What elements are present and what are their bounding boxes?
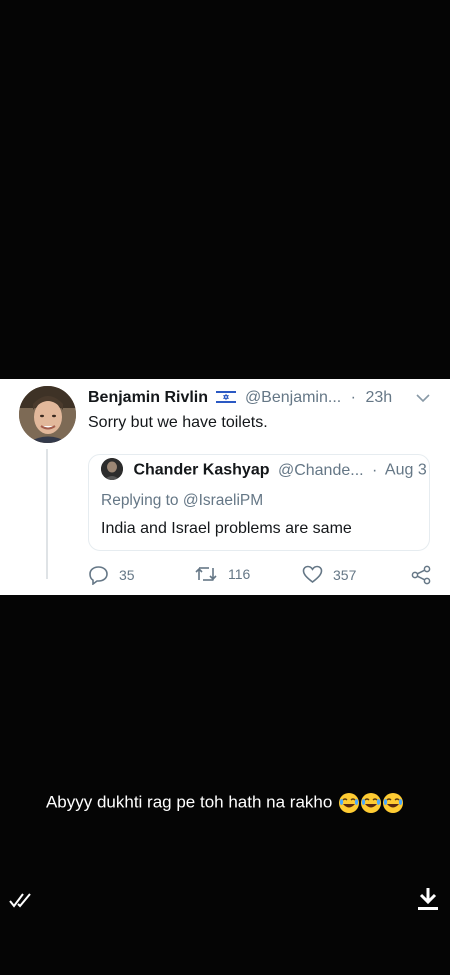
retweet-icon — [195, 567, 217, 581]
tweet-header: Benjamin Rivlin @Benjamin... · 23h — [88, 389, 438, 411]
author-handle[interactable]: @Benjamin... — [245, 389, 341, 406]
like-icon — [302, 565, 323, 584]
quoted-author-avatar — [101, 458, 123, 480]
share-icon — [411, 565, 431, 585]
caption-text: Abyyy dukhti rag pe toh hath na rakho — [45, 792, 333, 812]
quoted-tweet[interactable]: Chander Kashyap @Chande... · Aug 3 Reply… — [88, 454, 430, 551]
retweet-count: 116 — [228, 566, 251, 582]
status-caption: Abyyy dukhti rag pe toh hath na rakho — [0, 792, 450, 814]
download-icon[interactable] — [416, 886, 440, 912]
reply-count: 35 — [119, 567, 135, 583]
quoted-tweet-header: Chander Kashyap @Chande... · Aug 3 — [101, 458, 427, 483]
israel-flag-icon — [216, 389, 237, 404]
thread-line — [46, 449, 48, 579]
double-check-icon — [9, 893, 31, 908]
reply-icon — [89, 566, 108, 585]
laughing-emoji-icon — [339, 793, 404, 813]
replying-to: Replying to @IsraeliPM — [101, 492, 264, 509]
quoted-tweet-text: India and Israel problems are same — [101, 520, 352, 537]
header-separator: · — [350, 389, 356, 406]
quoted-separator: · — [372, 461, 378, 479]
retweet-button[interactable]: 116 — [194, 565, 250, 583]
chevron-down-icon[interactable] — [416, 393, 430, 403]
tweet-actions: 35 116 357 — [88, 565, 438, 587]
tweet-time[interactable]: 23h — [365, 389, 392, 406]
author-avatar[interactable] — [19, 386, 76, 443]
author-name[interactable]: Benjamin Rivlin — [88, 389, 208, 406]
quoted-author-name: Chander Kashyap — [133, 461, 270, 479]
like-count: 357 — [333, 566, 357, 583]
avatar-image — [19, 386, 76, 443]
tweet-card[interactable]: Benjamin Rivlin @Benjamin... · 23h Sorry… — [0, 379, 450, 595]
quoted-date: Aug 3 — [384, 461, 427, 479]
tweet-text: Sorry but we have toilets. — [88, 414, 268, 431]
quoted-author-handle: @Chande... — [277, 461, 364, 479]
reply-button[interactable]: 35 — [88, 565, 135, 585]
like-button[interactable]: 357 — [302, 565, 356, 584]
share-button[interactable] — [410, 565, 442, 585]
